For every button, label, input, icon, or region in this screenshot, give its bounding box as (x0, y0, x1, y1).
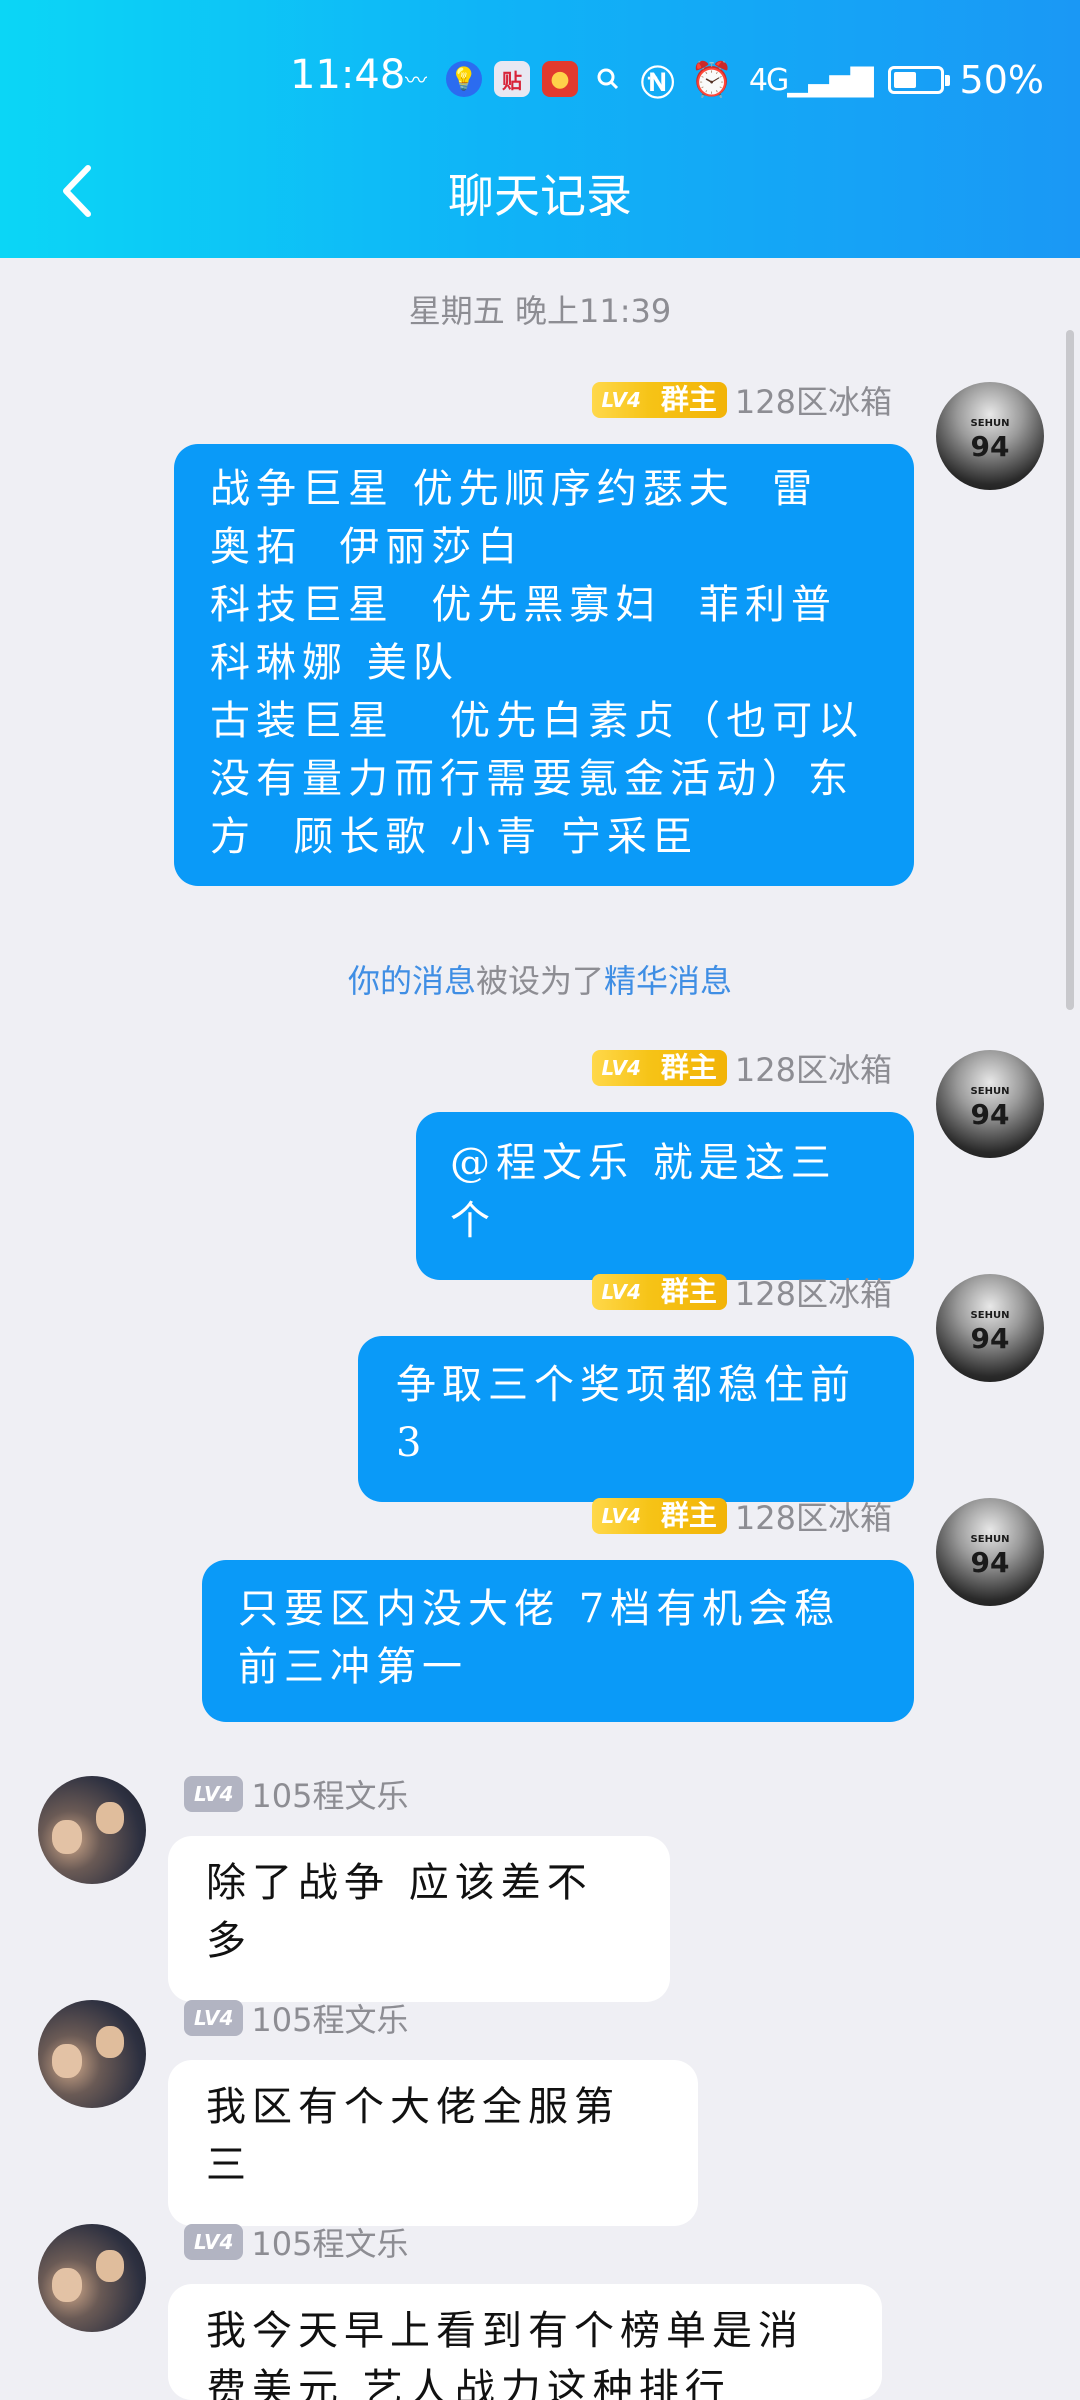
scrollbar[interactable] (1066, 330, 1074, 1010)
message-bubble[interactable]: 除了战争 应该差不多 (168, 1836, 670, 2002)
sender-info: LV4 群主 128区冰箱 (591, 1494, 892, 1538)
level-badge: LV4 (591, 1274, 651, 1310)
message-bubble[interactable]: 争取三个奖项都稳住前3 (358, 1336, 914, 1502)
sender-info: LV4 群主 128区冰箱 (591, 1046, 892, 1090)
jersey-graphic: SEHUN 94 (970, 1534, 1010, 1579)
header-bar: 11:48 〰 💡 贴 ● ··· Ⓝ ⏰ 4G▁▃▅▇ 50% 聊天记录 (0, 0, 1080, 258)
photo-face (96, 2250, 124, 2282)
owner-badge: 群主 (650, 1050, 727, 1086)
sender-name: 105程文乐 (251, 2225, 409, 2263)
level-badge: LV4 (591, 1050, 651, 1086)
level-badge: LV4 (591, 1498, 651, 1534)
sender-info: LV4 群主 128区冰箱 (591, 1270, 892, 1314)
message-bubble[interactable]: 我今天早上看到有个榜单是消费美元 艺人战力这种排行 (168, 2284, 882, 2400)
sender-name: 128区冰箱 (734, 1499, 892, 1537)
tieba-icon: 贴 (494, 61, 530, 97)
level-badge: LV4 (184, 1776, 244, 1812)
status-time: 11:48 (290, 52, 406, 98)
message-bubble[interactable]: 我区有个大佬全服第三 (168, 2060, 698, 2226)
jersey-graphic: SEHUN 94 (970, 418, 1010, 463)
sender-name: 105程文乐 (251, 1777, 409, 1815)
search-icon (590, 61, 626, 97)
essence-notice: 你的消息被设为了精华消息 (0, 956, 1080, 1002)
notification-icons: 〰 💡 贴 ● ··· (398, 54, 674, 104)
bulb-icon: 💡 (446, 61, 482, 97)
sender-info: LV4 105程文乐 (184, 2220, 408, 2264)
notice-text: 被设为了 (475, 962, 604, 1000)
owner-badge: 群主 (650, 382, 727, 418)
avatar[interactable] (38, 2000, 146, 2108)
sender-info: LV4 105程文乐 (184, 1996, 408, 2040)
photo-face (52, 2268, 82, 2302)
alarm-icon: ⏰ (690, 60, 733, 100)
photo-face (96, 1802, 124, 1834)
notice-link-essence[interactable]: 精华消息 (604, 962, 732, 1000)
avatar[interactable]: SEHUN 94 (936, 1050, 1044, 1158)
sender-info: LV4 群主 128区冰箱 (591, 378, 892, 422)
avatar[interactable]: SEHUN 94 (936, 1498, 1044, 1606)
battery-percent: 50% (959, 58, 1044, 102)
avatar[interactable]: SEHUN 94 (936, 382, 1044, 490)
avatar[interactable] (38, 1776, 146, 1884)
photo-face (52, 2044, 82, 2078)
nfc-icon: Ⓝ (640, 63, 675, 104)
level-badge: LV4 (591, 382, 651, 418)
avatar[interactable]: SEHUN 94 (936, 1274, 1044, 1382)
message-bubble[interactable]: @程文乐 就是这三个 (416, 1112, 914, 1280)
sender-name: 128区冰箱 (734, 383, 892, 421)
jersey-graphic: SEHUN 94 (970, 1310, 1010, 1355)
nav-bar: 聊天记录 (0, 150, 1080, 230)
page-title: 聊天记录 (448, 169, 632, 223)
level-badge: LV4 (184, 2000, 244, 2036)
red-packet-icon: ● (542, 61, 578, 97)
signal-4g-icon: 4G▁▃▅▇ (748, 62, 874, 98)
level-badge: LV4 (184, 2224, 244, 2260)
sender-name: 105程文乐 (251, 2001, 409, 2039)
owner-badge: 群主 (650, 1498, 727, 1534)
message-bubble[interactable]: 战争巨星 优先顺序约瑟夫 雷 奥拓 伊丽莎白 科技巨星 优先黑寡妇 菲利普 科琳… (174, 444, 914, 886)
sender-info: LV4 105程文乐 (184, 1772, 408, 1816)
sender-name: 128区冰箱 (734, 1275, 892, 1313)
photo-face (96, 2026, 124, 2058)
message-bubble[interactable]: 只要区内没大佬 7档有机会稳前三冲第一 (202, 1560, 914, 1722)
battery-icon (887, 66, 950, 94)
swoosh-icon: 〰 (404, 69, 427, 94)
avatar[interactable] (38, 2224, 146, 2332)
sender-name: 128区冰箱 (734, 1051, 892, 1089)
system-icons: Ⓝ ⏰ 4G▁▃▅▇ 50% (641, 54, 1044, 106)
owner-badge: 群主 (650, 1274, 727, 1310)
status-bar: 11:48 〰 💡 贴 ● ··· Ⓝ ⏰ 4G▁▃▅▇ 50% (0, 40, 1080, 120)
jersey-graphic: SEHUN 94 (970, 1086, 1010, 1131)
notice-link-your-message[interactable]: 你的消息 (348, 962, 476, 1000)
message-timestamp: 星期五 晚上11:39 (408, 292, 672, 330)
photo-face (52, 1820, 82, 1854)
